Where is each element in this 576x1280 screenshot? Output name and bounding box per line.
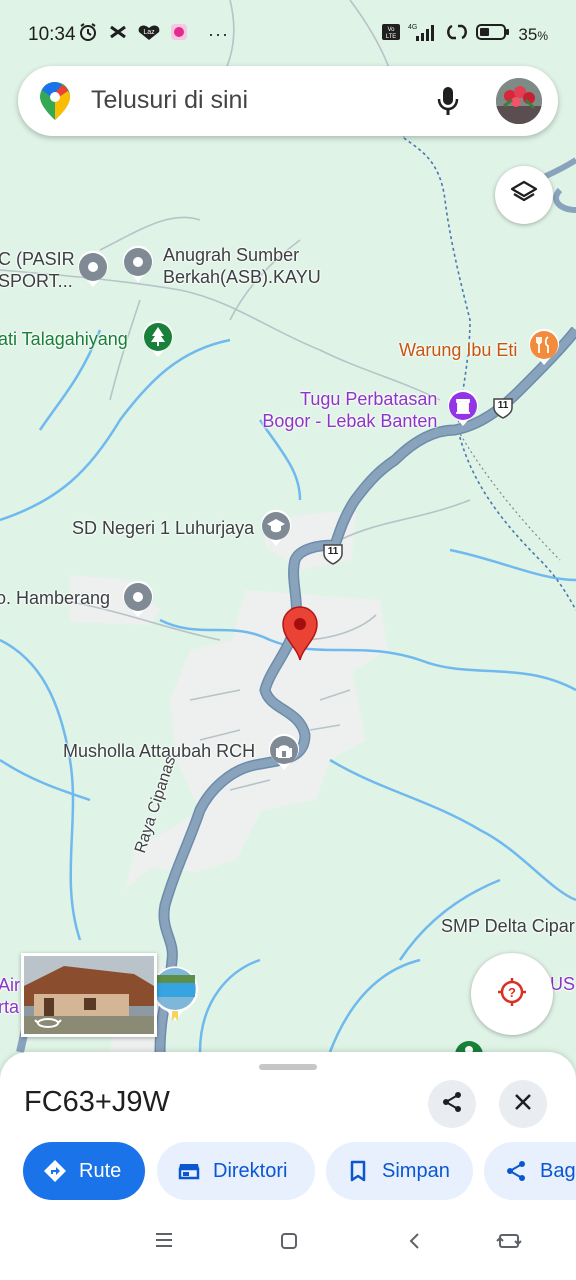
search-bar[interactable]: Telusuri di sini [18, 66, 558, 136]
map-label-musholla[interactable]: Musholla Attaubah RCH [63, 741, 255, 762]
sheet-drag-handle[interactable] [259, 1064, 317, 1070]
share-chip-button[interactable]: Bag [484, 1142, 576, 1200]
volte-icon: Vo LTE [382, 23, 401, 46]
map-label-talagahiyang[interactable]: ati Talagahiyang [0, 329, 128, 350]
map-label-air[interactable]: Air rta [0, 974, 20, 1018]
map-label-warung[interactable]: Warung Ibu Eti [399, 340, 517, 361]
notification-icons: Laz ··· [78, 22, 229, 47]
place-marker-icon[interactable] [121, 245, 155, 288]
svg-text:LTE: LTE [386, 34, 397, 40]
app-icon [170, 23, 188, 46]
route-shield-label: 11 [327, 546, 339, 557]
share-chip-icon [504, 1159, 528, 1183]
my-location-button[interactable]: ? [471, 953, 553, 1035]
search-placeholder[interactable]: Telusuri di sini [91, 86, 248, 115]
map-label-pasir-sport[interactable]: C (PASIR SPORT... [0, 248, 75, 292]
pool-photo-marker[interactable] [150, 963, 200, 1028]
layers-icon [510, 179, 538, 212]
mosque-icon[interactable] [267, 733, 301, 776]
more-notifications-icon: ··· [208, 24, 229, 44]
route-shield-icon: 11 [492, 396, 514, 425]
map-label-smp[interactable]: SMP Delta Cipar [441, 916, 575, 937]
status-right: Vo LTE 4G 35% [382, 22, 548, 47]
share-button[interactable] [428, 1080, 476, 1128]
hotspot-icon [446, 22, 468, 47]
close-icon [512, 1091, 534, 1118]
share-icon [440, 1090, 464, 1119]
location-unknown-icon: ? [496, 976, 528, 1013]
close-button[interactable] [499, 1080, 547, 1128]
save-button[interactable]: Simpan [326, 1142, 473, 1200]
bookmark-icon [346, 1159, 370, 1183]
park-tree-icon[interactable] [141, 320, 175, 363]
status-bar: 10:34 Laz ··· Vo LTE 4G 35% [0, 0, 576, 68]
map-label-us[interactable]: US [550, 974, 575, 995]
directions-icon [43, 1159, 67, 1183]
back-icon[interactable] [407, 1232, 421, 1255]
restaurant-icon[interactable] [527, 328, 561, 371]
street-view-thumbnail[interactable] [21, 953, 157, 1037]
save-label: Simpan [382, 1159, 450, 1182]
directory-icon [177, 1159, 201, 1183]
map-label-sd-negeri[interactable]: SD Negeri 1 Luhurjaya [72, 518, 254, 539]
plus-code-title: FC63+J9W [24, 1086, 170, 1118]
school-icon[interactable] [259, 509, 293, 552]
svg-text:Vo: Vo [388, 27, 396, 33]
battery-percent: 35% [518, 24, 548, 44]
layers-button[interactable] [495, 166, 553, 224]
map-label-hamberang[interactable]: o. Hamberang [0, 588, 110, 609]
route-shield-icon: 11 [322, 542, 344, 571]
lazada-icon: Laz [138, 23, 160, 46]
svg-text:Laz: Laz [143, 29, 155, 36]
place-marker-icon[interactable] [76, 250, 110, 293]
directory-button[interactable]: Direktori [157, 1142, 315, 1200]
alarm-icon [78, 22, 98, 47]
rotate-screen-icon[interactable] [496, 1232, 522, 1255]
dropped-pin-icon[interactable] [281, 605, 319, 666]
map-label-tugu[interactable]: Tugu Perbatasan Bogor - Lebak Banten [258, 388, 437, 432]
place-marker-icon[interactable] [121, 580, 155, 623]
signal-icon: 4G [408, 22, 438, 47]
directions-button[interactable]: Rute [23, 1142, 145, 1200]
route-shield-label: 11 [497, 400, 509, 411]
mic-icon[interactable] [436, 86, 460, 121]
svg-text:4G: 4G [408, 24, 417, 31]
home-icon[interactable] [280, 1232, 298, 1255]
capcut-icon [108, 22, 128, 47]
status-time: 10:34 [28, 24, 76, 45]
monument-icon[interactable] [446, 389, 480, 432]
battery-icon [476, 23, 510, 46]
directions-label: Rute [79, 1159, 122, 1182]
google-maps-pin-icon [40, 82, 70, 125]
menu-icon[interactable] [155, 1232, 173, 1253]
svg-text:?: ? [508, 985, 516, 1000]
share-chip-label: Bag [540, 1159, 576, 1182]
directory-label: Direktori [213, 1159, 288, 1182]
avatar[interactable] [496, 78, 542, 124]
map-label-anugrah[interactable]: Anugrah Sumber Berkah(ASB).KAYU [163, 244, 321, 288]
